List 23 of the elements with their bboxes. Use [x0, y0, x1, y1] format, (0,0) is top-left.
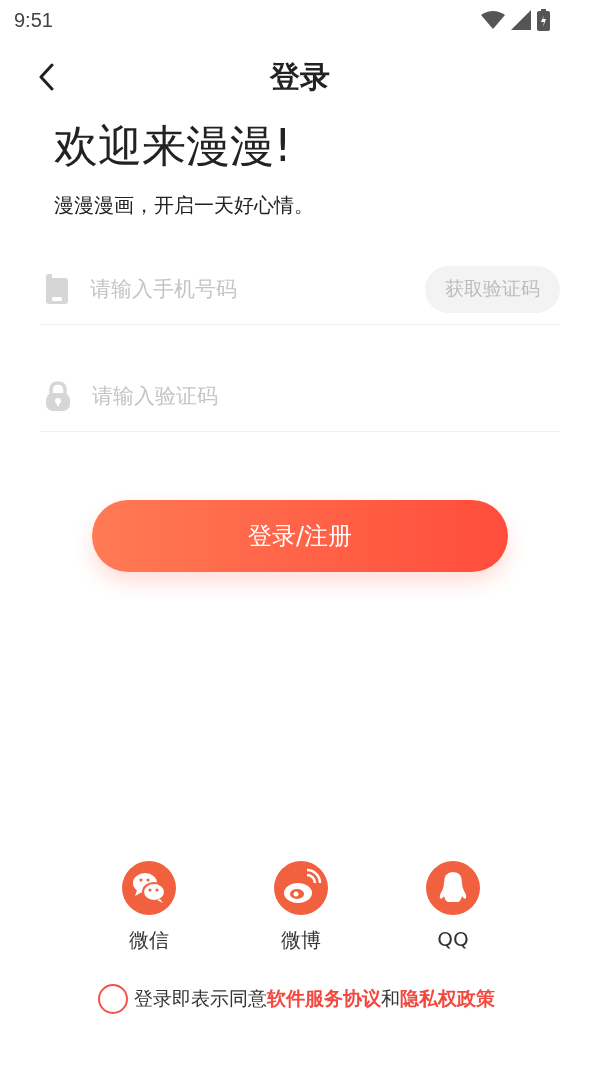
agreement-checkbox[interactable]: [97, 984, 128, 1014]
code-input[interactable]: 请输入验证码: [90, 383, 560, 409]
status-time: 9:51: [14, 8, 53, 32]
phone-icon: [46, 274, 68, 304]
agreement-text: 登录即表示同意软件服务协议和隐私权政策: [133, 986, 495, 1011]
social-label: QQ: [437, 927, 469, 951]
penguin-icon[interactable]: [426, 861, 480, 915]
privacy-policy-link[interactable]: 隐私权政策: [399, 987, 495, 1009]
login-button[interactable]: 登录/注册: [92, 500, 508, 572]
signal-icon: [511, 10, 531, 30]
battery-icon: [537, 9, 550, 31]
page-title: 登录: [270, 57, 330, 96]
back-icon[interactable]: [38, 63, 54, 91]
social-label: 微信: [129, 927, 169, 954]
phone-input[interactable]: 请输入手机号码: [88, 276, 405, 302]
wifi-icon: [481, 11, 505, 29]
welcome-subtitle: 漫漫漫画，开启一天好心情。: [54, 192, 315, 219]
service-agreement-link[interactable]: 软件服务协议: [266, 987, 381, 1009]
lock-icon: [46, 381, 70, 411]
social-label: 微博: [281, 927, 321, 954]
welcome-heading: 欢迎来漫漫!: [54, 119, 293, 173]
eye-waves-icon[interactable]: [274, 861, 328, 915]
chat-bubbles-icon[interactable]: [122, 861, 176, 915]
